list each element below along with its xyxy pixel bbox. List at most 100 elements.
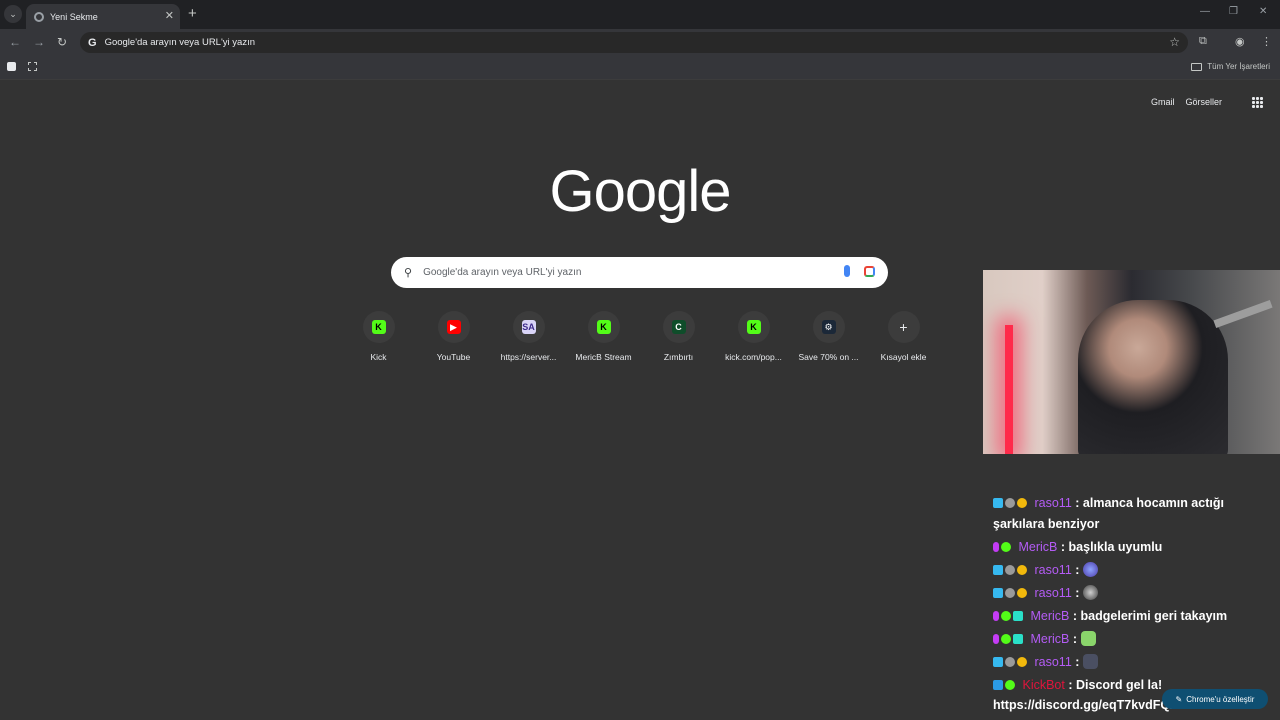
google-logo: Google (549, 159, 731, 224)
badge-icon (993, 541, 999, 552)
google-top-links: Gmail Görseller (1151, 97, 1222, 107)
google-apps-icon[interactable] (1252, 97, 1263, 108)
tab-new-tab[interactable]: Yeni Sekme ✕ (26, 4, 180, 29)
chat-text: Discord gel la! (1076, 677, 1163, 692)
new-tab-button[interactable]: + (188, 5, 197, 23)
shortcut-tile[interactable]: Kkick.com/pop... (716, 311, 791, 362)
badge-icon (1017, 564, 1027, 575)
badge-icon (993, 498, 1003, 508)
profile-icon[interactable]: ◉ (1235, 35, 1245, 48)
chat-separator: : (1075, 585, 1080, 600)
chrome-icon (34, 11, 44, 22)
shortcut-favicon-icon: K (746, 320, 761, 334)
shortcut-favicon-icon: ▶ (446, 320, 461, 334)
shortcut-tile[interactable]: SA https://server... (491, 311, 566, 362)
shortcut-favicon-icon: + (899, 319, 908, 335)
chat-separator: : (1075, 562, 1080, 577)
search-box[interactable]: ⚲ Google'da arayın veya URL'yi yazın (391, 257, 888, 288)
bookmarks-bar: Tüm Yer İşaretleri (0, 56, 1280, 80)
reload-button[interactable]: ↻ (57, 35, 67, 49)
google-lens-icon[interactable] (864, 266, 875, 277)
chat-message: raso11 : (993, 583, 1273, 604)
shortcut-label: https://server... (500, 352, 557, 362)
gmail-link[interactable]: Gmail (1151, 97, 1175, 107)
tab-strip: ⌄ Yeni Sekme ✕ + — ❐ ✕ (0, 0, 1280, 29)
shortcut-favicon-icon: K (371, 320, 386, 334)
emote-icon (1082, 561, 1098, 577)
forward-button[interactable]: → (33, 35, 45, 49)
chat-separator: : (1068, 677, 1073, 692)
folder-icon (1191, 62, 1203, 71)
shortcut-favicon-icon: C (671, 320, 686, 334)
badge-icon (1001, 633, 1011, 644)
customize-chrome-label: Chrome'u özelleştir (1186, 694, 1255, 704)
shortcut-circle: K (587, 311, 620, 343)
chat-message: raso11 : (993, 560, 1273, 581)
badge-icon (993, 564, 1003, 575)
badge-icon (1017, 498, 1027, 508)
shortcut-tile[interactable]: C Zımbırtı (641, 311, 716, 362)
badge-icon (1005, 564, 1015, 575)
extensions-icon[interactable]: ⧉ (1199, 35, 1207, 48)
address-bar[interactable]: G Google'da arayın veya URL'yi yazın ☆ (80, 32, 1188, 53)
shortcut-tiles: K Kick ▶ YouTube SA https://server... K MericB … (341, 311, 941, 362)
back-button[interactable]: ← (9, 35, 21, 49)
chat-username: raso11 (1034, 496, 1072, 510)
shortcut-label: Zımbırtı (663, 352, 694, 362)
shortcut-favicon-icon: K (596, 320, 611, 334)
shortcut-circle: ▶ (437, 311, 470, 343)
google-g-icon: G (88, 36, 97, 49)
badge-icon (1001, 610, 1011, 621)
microphone-icon[interactable] (844, 265, 850, 277)
bookmark-star-icon[interactable]: ☆ (1169, 35, 1180, 49)
chat-username: raso11 (1034, 585, 1072, 600)
badge-icon (993, 587, 1003, 598)
all-bookmarks-label: Tüm Yer İşaretleri (1207, 62, 1270, 71)
emote-icon (1082, 584, 1098, 600)
chat-message: MericB : başlıkla uyumlu (993, 537, 1273, 558)
badge-icon (1005, 656, 1015, 667)
chevron-down-icon: ⌄ (9, 8, 17, 19)
shortcut-tile[interactable]: K MericB Stream (566, 311, 641, 362)
badge-icon (993, 610, 999, 621)
chat-username: MericB (1030, 608, 1070, 623)
apps-grid-icon[interactable] (28, 62, 37, 71)
chat-link: https://discord.gg/eqT7kvdFQX (993, 698, 1179, 712)
badge-icon (993, 679, 1003, 690)
close-window-button[interactable]: ✕ (1259, 6, 1267, 17)
chat-separator: : (1072, 631, 1078, 646)
tab-close-icon[interactable]: ✕ (165, 9, 174, 22)
badge-icon (1013, 610, 1023, 621)
shortcut-label: kick.com/pop... (725, 352, 782, 362)
badge-icon (993, 656, 1003, 667)
shortcut-tile[interactable]: ▶ YouTube (416, 311, 491, 362)
shortcut-label: Kick (370, 352, 387, 362)
shortcut-label: Save 70% on ... (798, 352, 859, 362)
menu-icon[interactable]: ⋮ (1261, 35, 1272, 48)
shortcut-tile[interactable]: K Kick (341, 311, 416, 362)
badge-icon (1017, 656, 1027, 667)
pencil-icon: ✎ (1175, 694, 1183, 704)
streamer-figure (1078, 300, 1228, 454)
restore-button[interactable]: ❐ (1229, 6, 1238, 17)
chat-text: başlıkla uyumlu (1068, 539, 1163, 554)
bookmark-app-icon[interactable] (7, 62, 16, 71)
shortcut-circle: SA (512, 311, 545, 343)
tab-search-button[interactable]: ⌄ (4, 5, 22, 23)
customize-chrome-button[interactable]: ✎ Chrome'u özelleştir (1162, 689, 1268, 709)
minimize-button[interactable]: — (1200, 6, 1210, 17)
chat-username: raso11 (1034, 654, 1072, 669)
shortcut-label: YouTube (436, 352, 471, 362)
emote-icon (1080, 630, 1096, 646)
badge-icon (1013, 633, 1023, 644)
search-placeholder: Google'da arayın veya URL'yi yazın (423, 267, 582, 278)
shortcut-label: MericB Stream (575, 352, 632, 362)
chat-separator: : (1060, 539, 1066, 554)
all-bookmarks-button[interactable]: Tüm Yer İşaretleri (1191, 62, 1270, 71)
shortcut-circle: C (662, 311, 695, 343)
shortcut-tile[interactable]: + Kısayol ekle (866, 311, 941, 362)
chat-message: MericB : (993, 629, 1273, 650)
images-link[interactable]: Görseller (1185, 97, 1222, 107)
chat-message: MericB : badgelerimi geri takayım (993, 606, 1273, 627)
shortcut-tile[interactable]: ⚙ Save 70% on ... (791, 311, 866, 362)
